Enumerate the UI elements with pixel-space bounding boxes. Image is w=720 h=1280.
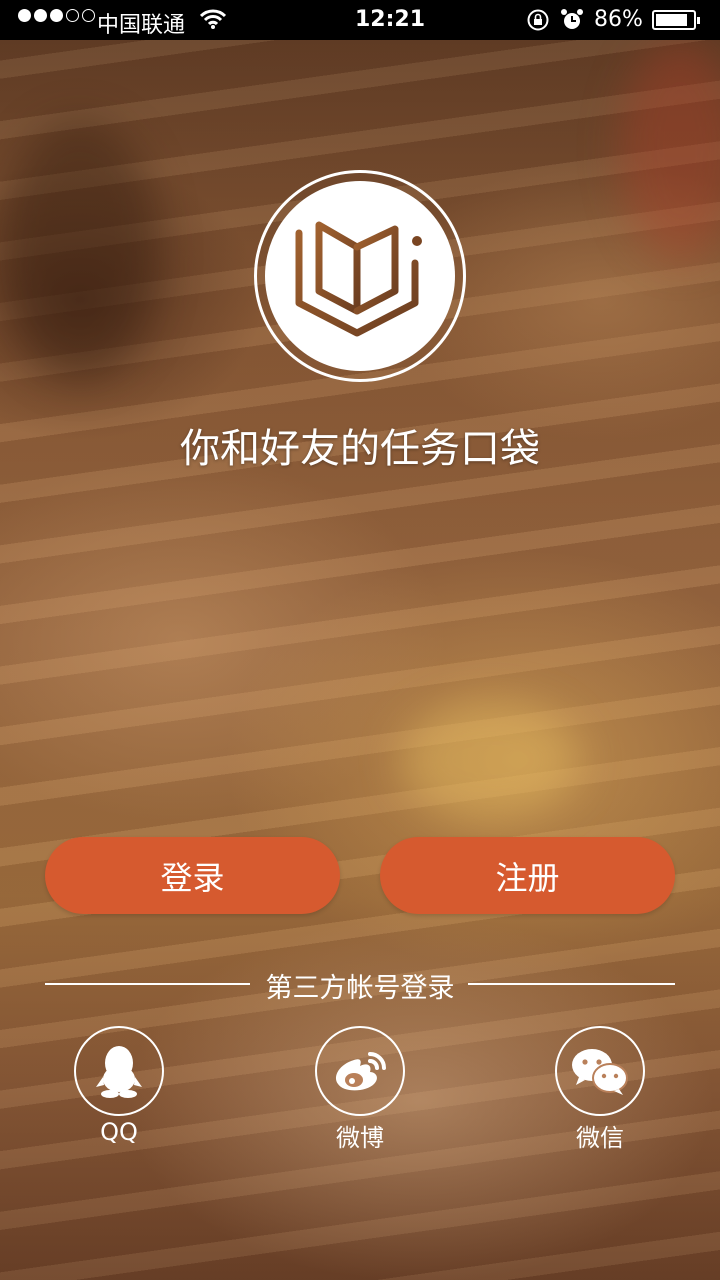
app-logo (254, 170, 466, 382)
alarm-icon (560, 8, 584, 38)
wechat-login-button[interactable]: 微信 (540, 1026, 660, 1153)
app-tagline: 你和好友的任务口袋 (180, 426, 540, 472)
rotation-lock-icon (526, 8, 550, 38)
book-pocket-icon (295, 221, 422, 337)
wifi-icon (199, 8, 227, 36)
weibo-label: 微博 (336, 1124, 384, 1152)
qq-penguin-icon (96, 1046, 142, 1098)
status-bar: 中国联通 12:21 86% (0, 0, 720, 40)
wechat-label: 微信 (576, 1124, 624, 1152)
carrier-name: 中国联通 (97, 13, 186, 38)
battery-icon (652, 10, 700, 30)
third-party-login-label: 第三方帐号登录 (265, 973, 455, 1004)
weibo-login-button[interactable]: 微博 (300, 1026, 420, 1153)
qq-login-button[interactable]: QQ (59, 1026, 179, 1146)
third-party-divider: 第三方帐号登录 (45, 964, 675, 1004)
signal-strength-icon (18, 9, 95, 22)
qq-label: QQ (100, 1118, 138, 1146)
weibo-icon (335, 1052, 386, 1091)
register-button[interactable]: 注册 (380, 837, 675, 914)
login-button[interactable]: 登录 (45, 837, 340, 914)
wechat-icon (572, 1049, 628, 1095)
clock-time: 12:21 (355, 7, 426, 32)
divider-line-right (468, 983, 675, 985)
battery-percentage: 86% (594, 7, 643, 32)
